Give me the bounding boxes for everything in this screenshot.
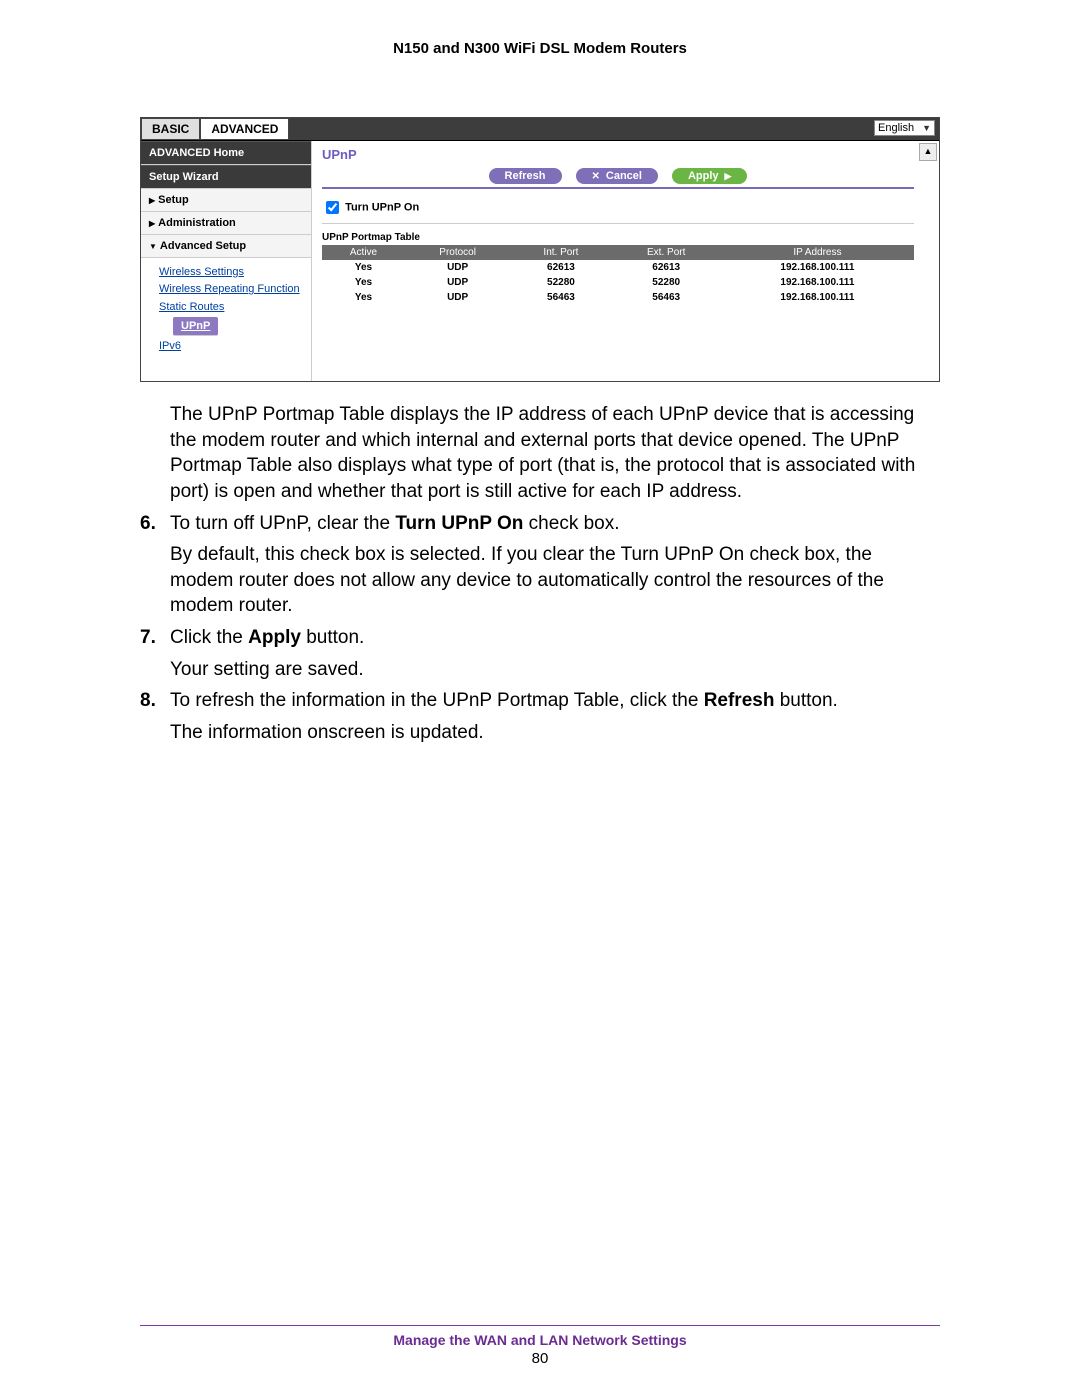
table-caption: UPnP Portmap Table — [322, 232, 914, 243]
sidebar-link-ipv6[interactable]: IPv6 — [159, 339, 311, 353]
sidebar-item-setup-wizard[interactable]: Setup Wizard — [141, 165, 311, 189]
sidebar: ADVANCED Home Setup Wizard ▶Setup ▶Admin… — [141, 141, 312, 381]
tab-basic[interactable]: BASIC — [141, 118, 200, 140]
checkbox-label: Turn UPnP On — [345, 201, 419, 213]
triangle-right-icon: ▶ — [149, 219, 155, 228]
triangle-down-icon: ▼ — [149, 242, 157, 251]
col-protocol: Protocol — [405, 245, 510, 260]
step-7: 7. Click the Apply button. Your setting … — [140, 625, 940, 682]
refresh-button[interactable]: Refresh — [489, 168, 562, 184]
triangle-right-icon: ▶ — [149, 196, 155, 205]
chevron-down-icon: ▼ — [922, 123, 931, 133]
scroll-up-icon[interactable]: ▲ — [919, 143, 937, 161]
turn-upnp-on-checkbox[interactable] — [326, 201, 339, 214]
col-ext-port: Ext. Port — [612, 245, 721, 260]
tab-advanced[interactable]: ADVANCED — [200, 118, 289, 140]
router-ui-screenshot: BASIC ADVANCED English ▼ ADVANCED Home S… — [140, 117, 940, 382]
close-icon: ✕ — [592, 171, 600, 182]
panel-title: UPnP — [322, 145, 914, 168]
language-value: English — [878, 122, 914, 134]
language-select[interactable]: English ▼ — [874, 120, 935, 136]
sidebar-link-wireless-repeating[interactable]: Wireless Repeating Function — [159, 282, 311, 296]
sidebar-link-wireless-settings[interactable]: Wireless Settings — [159, 265, 311, 279]
sidebar-link-static-routes[interactable]: Static Routes — [159, 300, 311, 314]
sidebar-item-administration[interactable]: ▶Administration — [141, 212, 311, 235]
sidebar-item-setup[interactable]: ▶Setup — [141, 189, 311, 212]
table-row: YesUDP6261362613192.168.100.111 — [322, 260, 914, 275]
sidebar-link-upnp[interactable]: UPnP — [173, 317, 218, 336]
col-int-port: Int. Port — [510, 245, 611, 260]
intro-paragraph: The UPnP Portmap Table displays the IP a… — [140, 402, 940, 505]
portmap-table: Active Protocol Int. Port Ext. Port IP A… — [322, 245, 914, 305]
cancel-button[interactable]: ✕ Cancel — [576, 168, 658, 184]
document-title: N150 and N300 WiFi DSL Modem Routers — [140, 40, 940, 57]
table-row: YesUDP5228052280192.168.100.111 — [322, 275, 914, 290]
apply-button[interactable]: Apply ▶ — [672, 168, 747, 184]
document-body: The UPnP Portmap Table displays the IP a… — [140, 402, 940, 746]
sidebar-item-advanced-setup[interactable]: ▼Advanced Setup — [141, 235, 311, 258]
arrow-right-icon: ▶ — [725, 171, 732, 182]
sidebar-item-advanced-home[interactable]: ADVANCED Home — [141, 141, 311, 165]
col-ip: IP Address — [721, 245, 914, 260]
col-active: Active — [322, 245, 405, 260]
table-row: YesUDP5646356463192.168.100.111 — [322, 290, 914, 305]
page-number: 80 — [140, 1350, 940, 1367]
step-6: 6. To turn off UPnP, clear the Turn UPnP… — [140, 511, 940, 620]
footer-section-title: Manage the WAN and LAN Network Settings — [140, 1326, 940, 1350]
step-8: 8. To refresh the information in the UPn… — [140, 688, 940, 745]
page-footer: Manage the WAN and LAN Network Settings … — [140, 1325, 940, 1367]
